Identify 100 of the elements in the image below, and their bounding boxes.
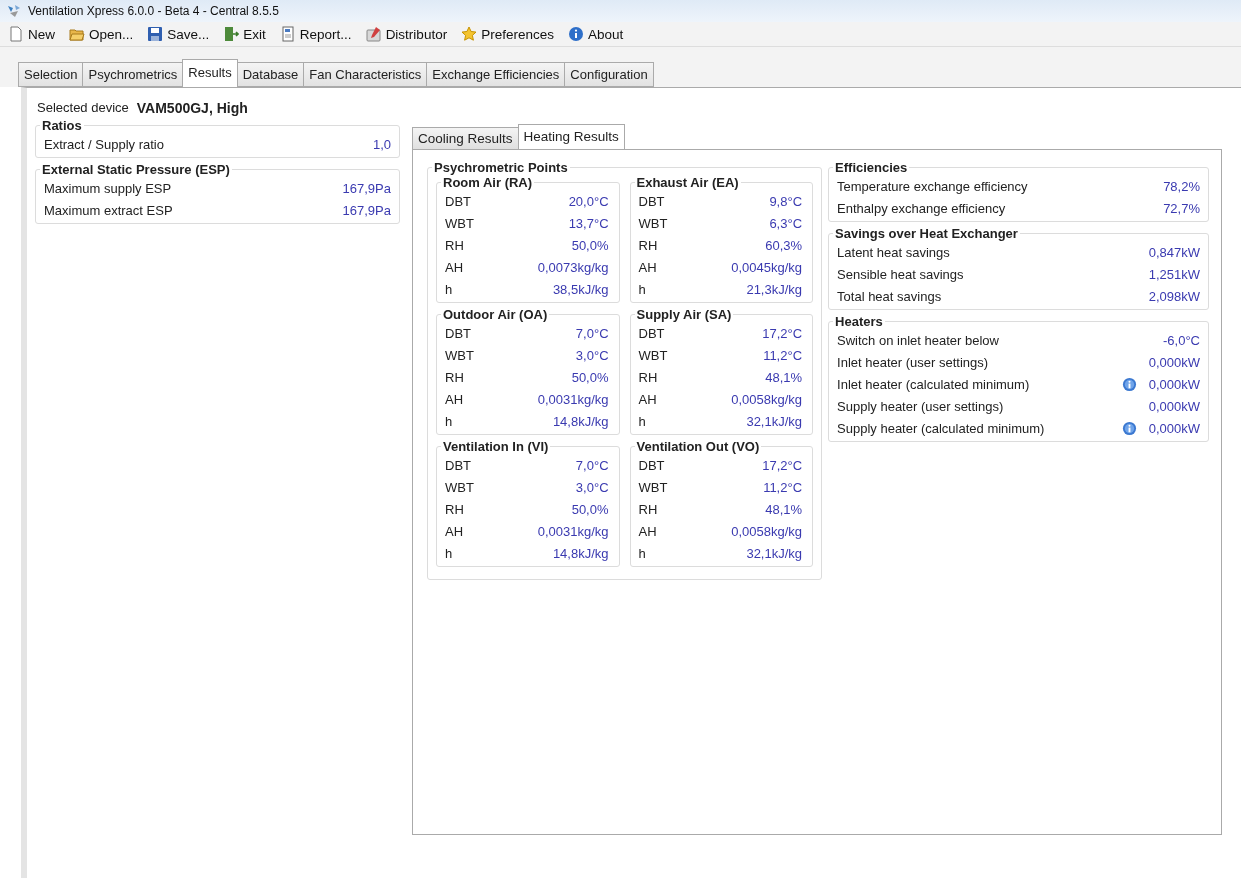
field-value: 38,5kJ/kg xyxy=(552,281,609,297)
help-icon[interactable] xyxy=(1121,376,1137,392)
field-label: Supply heater (calculated minimum) xyxy=(837,420,1046,436)
tab[interactable]: Results xyxy=(182,59,238,87)
field-label: Temperature exchange efficiency xyxy=(837,178,1029,194)
field-label: WBT xyxy=(445,479,475,495)
field-value: 50,0% xyxy=(571,501,609,517)
toolbar-button[interactable]: About xyxy=(565,25,626,43)
field-value: 32,1kJ/kg xyxy=(746,413,803,429)
field-label: WBT xyxy=(445,347,475,363)
field-value: 0,0058kg/kg xyxy=(731,523,803,539)
field-label: h xyxy=(445,413,454,429)
field-label: Supply heater (user settings) xyxy=(837,398,1005,414)
field-value: 60,3% xyxy=(765,237,803,253)
field-label: Enthalpy exchange efficiency xyxy=(837,200,1007,216)
field-value: -6,0°C xyxy=(1163,332,1200,348)
field-label: AH xyxy=(638,259,658,275)
group-title: Ventilation In (VI) xyxy=(442,439,550,454)
field-value: 2,098kW xyxy=(1148,288,1200,304)
group-title: Heaters xyxy=(834,314,884,329)
group-title: Ventilation Out (VO) xyxy=(635,439,761,454)
field-label: RH xyxy=(445,237,465,253)
field-label: Inlet heater (user settings) xyxy=(837,354,990,370)
tab[interactable]: Exchange Efficiencies xyxy=(426,62,565,87)
field-value: 48,1% xyxy=(765,369,803,385)
field-value: 0,000kW xyxy=(1148,354,1200,370)
group-title: Efficiencies xyxy=(834,160,909,175)
field-label: h xyxy=(445,545,454,561)
toolbar-button[interactable]: Save... xyxy=(145,25,212,43)
field-label: WBT xyxy=(638,215,669,231)
field-label: Inlet heater (calculated minimum) xyxy=(837,376,1031,392)
field-value: 0,0031kg/kg xyxy=(537,391,609,407)
field-label: RH xyxy=(638,369,659,385)
field-value: 9,8°C xyxy=(769,193,803,209)
field-value: 0,0058kg/kg xyxy=(731,391,803,407)
field-label: Switch on inlet heater below xyxy=(837,332,1000,348)
page-icon xyxy=(8,26,24,42)
field-value: 0,0045kg/kg xyxy=(731,259,803,275)
field-label: h xyxy=(638,281,647,297)
folder-icon xyxy=(69,26,85,42)
field-value: 3,0°C xyxy=(575,347,609,363)
help-icon[interactable] xyxy=(1121,420,1137,436)
field-label: DBT xyxy=(445,457,472,473)
field-label: WBT xyxy=(638,347,669,363)
field-value: 21,3kJ/kg xyxy=(746,281,803,297)
field-label: WBT xyxy=(445,215,475,231)
toolbar-button[interactable]: New xyxy=(6,25,57,43)
field-value: 0,0073kg/kg xyxy=(537,259,609,275)
field-value: 11,2°C xyxy=(763,479,803,495)
field-label: Extract / Supply ratio xyxy=(44,136,165,152)
field-value: 72,7% xyxy=(1163,200,1200,216)
document-icon xyxy=(279,26,296,42)
tab[interactable]: Psychrometrics xyxy=(82,62,183,87)
field-value: 3,0°C xyxy=(575,479,609,495)
field-value: 48,1% xyxy=(765,501,803,517)
field-label: DBT xyxy=(638,325,666,341)
tab[interactable]: Fan Characteristics xyxy=(303,62,427,87)
group-title: Outdoor Air (OA) xyxy=(442,307,549,322)
toolbar-button[interactable]: Distributor xyxy=(363,25,450,43)
tab[interactable]: Heating Results xyxy=(517,124,625,150)
field-label: WBT xyxy=(638,479,669,495)
info-icon xyxy=(567,26,584,42)
group-title: Psychrometric Points xyxy=(433,160,569,175)
toolbar-button[interactable]: Exit xyxy=(221,25,268,43)
field-value: 20,0°C xyxy=(568,193,609,209)
field-label: h xyxy=(638,545,647,561)
field-label: RH xyxy=(638,237,659,253)
field-value: 78,2% xyxy=(1163,178,1200,194)
toolbar-button[interactable]: Preferences xyxy=(459,25,556,43)
field-label: AH xyxy=(445,259,465,275)
field-value: 17,2°C xyxy=(762,457,803,473)
window-title: Ventilation Xpress 6.0.0 - Beta 4 - Central 8.5.5 xyxy=(28,4,279,18)
field-value: 0,0031kg/kg xyxy=(537,523,609,539)
app-icon xyxy=(6,3,22,19)
field-value: 167,9Pa xyxy=(342,202,391,218)
field-value: 6,3°C xyxy=(769,215,803,231)
group-title: Supply Air (SA) xyxy=(635,307,733,322)
tab[interactable]: Cooling Results xyxy=(412,127,518,150)
field-label: DBT xyxy=(638,193,666,209)
field-value: 13,7°C xyxy=(568,215,609,231)
field-label: RH xyxy=(445,369,465,385)
group-title: Room Air (RA) xyxy=(442,175,534,190)
toolbar-button[interactable]: Open... xyxy=(67,25,136,43)
field-value: 1,0 xyxy=(372,136,391,152)
field-value: 7,0°C xyxy=(575,457,609,473)
field-label: DBT xyxy=(445,193,472,209)
field-value: 17,2°C xyxy=(762,325,803,341)
field-value: 0,000kW xyxy=(1148,398,1200,414)
group-title: Exhaust Air (EA) xyxy=(635,175,740,190)
field-value: 14,8kJ/kg xyxy=(552,545,609,561)
toolbar-button[interactable]: Report... xyxy=(277,25,354,43)
field-label: RH xyxy=(638,501,659,517)
tab[interactable]: Configuration xyxy=(564,62,654,87)
tab[interactable]: Selection xyxy=(18,62,83,87)
group-title: External Static Pressure (ESP) xyxy=(41,162,231,177)
device-label: Selected device xyxy=(37,100,129,116)
group-title: Ratios xyxy=(41,118,83,133)
field-value: 0,000kW xyxy=(1148,376,1200,392)
tab[interactable]: Database xyxy=(237,62,304,87)
field-label: DBT xyxy=(638,457,666,473)
